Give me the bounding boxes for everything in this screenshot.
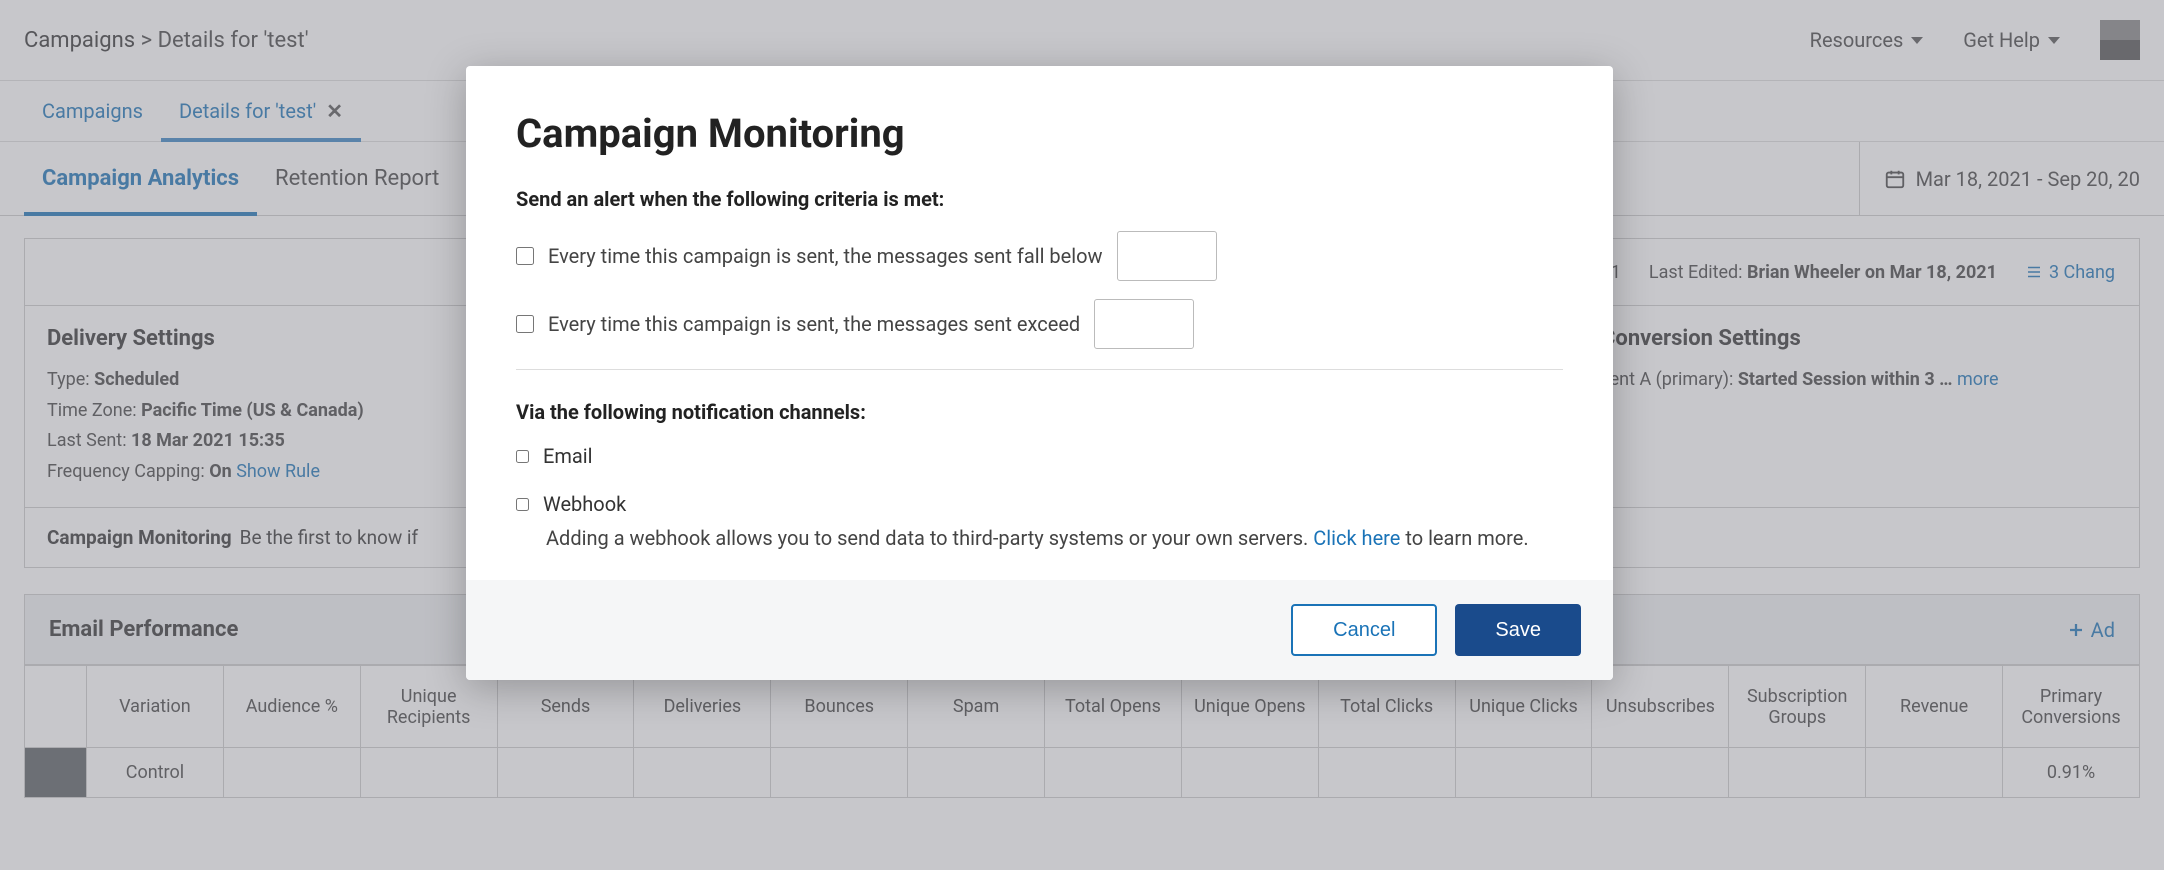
criteria-exceed-input[interactable] xyxy=(1094,299,1194,349)
criteria-exceed-label: Every time this campaign is sent, the me… xyxy=(548,312,1080,336)
criteria-exceed-checkbox[interactable] xyxy=(516,315,534,333)
modal-separator xyxy=(516,369,1563,370)
webhook-learn-more-link[interactable]: Click here xyxy=(1313,526,1400,550)
criteria-below-checkbox[interactable] xyxy=(516,247,534,265)
channel-email-checkbox[interactable] xyxy=(516,450,529,463)
modal-title: Campaign Monitoring xyxy=(516,110,1563,157)
webhook-note-post: to learn more. xyxy=(1400,526,1528,550)
criteria-section-label: Send an alert when the following criteri… xyxy=(516,187,1563,211)
channel-email-label: Email xyxy=(543,444,593,468)
channels-section-label: Via the following notification channels: xyxy=(516,400,1563,424)
cancel-button[interactable]: Cancel xyxy=(1291,604,1437,656)
webhook-note-pre: Adding a webhook allows you to send data… xyxy=(546,526,1313,550)
channel-webhook-checkbox[interactable] xyxy=(516,498,529,511)
channel-webhook-label: Webhook xyxy=(543,492,626,516)
criteria-below-input[interactable] xyxy=(1117,231,1217,281)
criteria-below-label: Every time this campaign is sent, the me… xyxy=(548,244,1103,268)
campaign-monitoring-modal: Campaign Monitoring Send an alert when t… xyxy=(466,66,1613,680)
save-button[interactable]: Save xyxy=(1455,604,1581,656)
